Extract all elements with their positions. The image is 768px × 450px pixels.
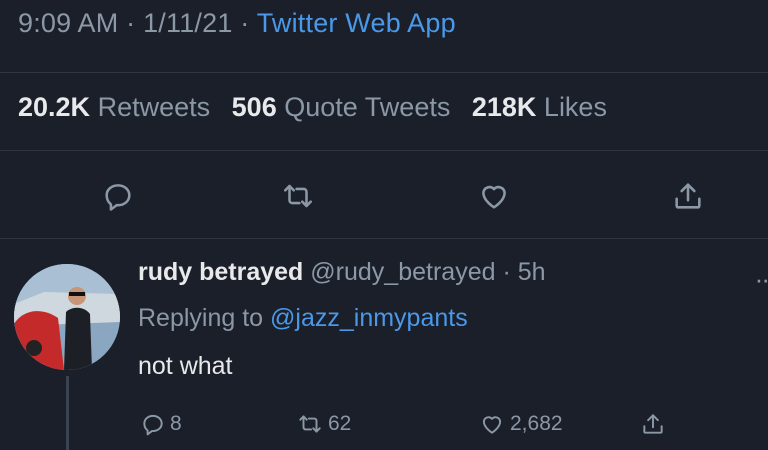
reply-age[interactable]: 5h <box>518 258 546 286</box>
like-button[interactable] <box>466 168 522 224</box>
reply-like-button[interactable]: 2,682 <box>478 404 563 444</box>
display-name[interactable]: rudy betrayed <box>138 258 303 286</box>
more-options-icon[interactable]: ·· <box>755 264 768 295</box>
reply-icon <box>143 414 163 436</box>
quote-tweets-label: Quote Tweets <box>284 92 451 122</box>
reply-reply-button[interactable]: 8 <box>140 404 182 444</box>
tweet-date[interactable]: 1/11/21 <box>143 8 232 38</box>
likes-stat[interactable]: 218K Likes <box>472 92 607 122</box>
user-handle[interactable]: @rudy_betrayed <box>310 258 495 286</box>
like-icon <box>482 185 506 209</box>
reply-count: 8 <box>170 412 182 435</box>
replying-to-line: Replying to @jazz_inmypants <box>138 304 468 333</box>
retweet-icon <box>283 184 313 208</box>
like-count: 2,682 <box>510 412 563 435</box>
retweets-label: Retweets <box>97 92 211 122</box>
engagement-stats: 20.2K Retweets 506 Quote Tweets 218K Lik… <box>18 92 621 123</box>
divider <box>0 238 768 239</box>
avatar-photo <box>14 264 120 370</box>
divider <box>0 150 768 151</box>
share-icon <box>675 183 701 209</box>
reply-header: rudy betrayed @rudy_betrayed · 5h <box>138 258 546 287</box>
meta-separator: · <box>126 8 136 38</box>
quote-tweets-count: 506 <box>231 92 277 122</box>
share-button[interactable] <box>660 168 716 224</box>
divider <box>0 72 768 73</box>
like-icon <box>482 416 502 434</box>
tweet-detail-view: 9:09 AM · 1/11/21 · Twitter Web App 20.2… <box>0 0 768 450</box>
quote-tweets-stat[interactable]: 506 Quote Tweets <box>232 92 458 122</box>
reply-retweet-button[interactable]: 62 <box>296 404 351 444</box>
tweet-time[interactable]: 9:09 AM <box>18 8 118 38</box>
reply-icon <box>105 184 131 211</box>
meta-separator: · <box>240 8 250 38</box>
replying-prefix: Replying to <box>138 304 264 332</box>
tweet-meta-line: 9:09 AM · 1/11/21 · Twitter Web App <box>18 8 456 39</box>
retweet-button[interactable] <box>270 168 326 224</box>
source-app-link[interactable]: Twitter Web App <box>257 8 456 38</box>
share-icon <box>643 414 663 434</box>
tweet-action-bar <box>0 168 768 224</box>
avatar[interactable] <box>14 264 120 370</box>
retweets-count: 20.2K <box>18 92 91 122</box>
likes-label: Likes <box>543 92 607 122</box>
reply-action-bar: 8 62 2,682 <box>0 404 768 444</box>
retweets-stat[interactable]: 20.2K Retweets <box>18 92 218 122</box>
retweet-icon <box>299 415 321 433</box>
reply-share-button[interactable] <box>640 404 670 444</box>
replying-to-mention[interactable]: @jazz_inmypants <box>270 304 468 332</box>
reply-body: not what <box>138 352 233 380</box>
likes-count: 218K <box>471 92 537 122</box>
header-separator: · <box>502 258 511 286</box>
reply-button[interactable] <box>90 168 146 224</box>
retweet-count: 62 <box>328 412 352 435</box>
